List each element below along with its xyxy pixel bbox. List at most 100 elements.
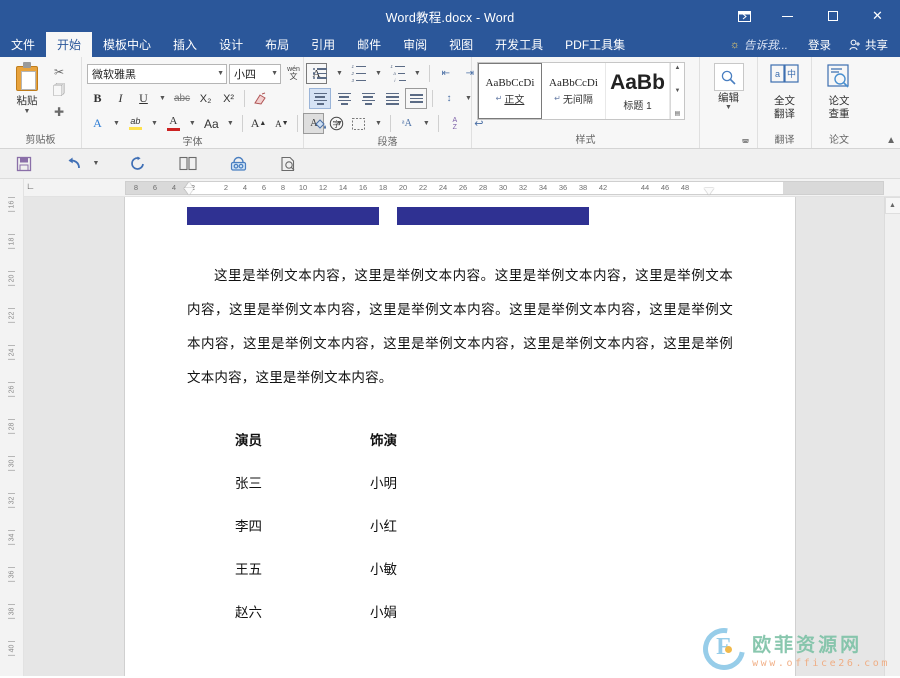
sign-in-button[interactable]: 登录 bbox=[798, 37, 841, 53]
align-left-icon[interactable] bbox=[309, 88, 331, 109]
two-page-icon[interactable] bbox=[174, 152, 202, 176]
gallery-up-icon[interactable]: ▲ bbox=[675, 65, 681, 71]
justify-icon[interactable] bbox=[381, 88, 403, 109]
ribbon-display-options-icon[interactable] bbox=[723, 0, 765, 32]
text-effects-dropdown-icon[interactable]: ▼ bbox=[110, 113, 123, 134]
minimize-button[interactable] bbox=[765, 0, 810, 32]
shading-dropdown-icon[interactable]: ▼ bbox=[333, 113, 346, 134]
vertical-scrollbar[interactable]: ▲ bbox=[884, 197, 900, 676]
format-painter-icon[interactable]: ✚ bbox=[49, 103, 69, 120]
change-case-dropdown-icon[interactable]: ▼ bbox=[224, 113, 237, 134]
style-item-heading-1[interactable]: AaBb 标题 1 bbox=[606, 63, 670, 119]
table-row[interactable]: 张三 小明 bbox=[235, 460, 733, 503]
tab-references[interactable]: 引用 bbox=[300, 32, 346, 57]
highlight-icon[interactable]: ab bbox=[125, 113, 146, 134]
close-button[interactable]: ✕ bbox=[855, 0, 900, 32]
paper-check-button[interactable]: 论文 查重 bbox=[817, 60, 861, 120]
multilevel-list-icon[interactable]: 1 a i bbox=[387, 63, 409, 84]
italic-button[interactable]: I bbox=[110, 88, 131, 109]
redo-icon[interactable] bbox=[124, 152, 152, 176]
gallery-more-icon[interactable]: ▤ bbox=[675, 110, 681, 117]
style-item-no-spacing[interactable]: AaBbCcDi ↵ 无间隔 bbox=[542, 63, 606, 119]
bullets-icon[interactable] bbox=[309, 63, 331, 84]
styles-gallery-scroll[interactable]: ▲ ▼ ▤ bbox=[670, 63, 684, 119]
tab-layout[interactable]: 布局 bbox=[254, 32, 300, 57]
share-button[interactable]: 共享 bbox=[841, 32, 900, 57]
line-spacing-icon[interactable]: ↕ bbox=[438, 88, 460, 109]
change-case-button[interactable]: Aa bbox=[201, 113, 222, 134]
sort-icon[interactable]: AZ bbox=[444, 113, 466, 134]
table-row[interactable]: 李四 小红 bbox=[235, 503, 733, 546]
maximize-button[interactable] bbox=[810, 0, 855, 32]
font-color-icon[interactable]: A bbox=[163, 113, 184, 134]
font-color-dropdown-icon[interactable]: ▼ bbox=[186, 113, 199, 134]
document-page[interactable]: 这里是举例文本内容，这里是举例文本内容。这里是举例文本内容，这里是举例文本内容，… bbox=[125, 197, 795, 676]
borders-icon[interactable] bbox=[348, 113, 370, 134]
tab-view[interactable]: 视图 bbox=[438, 32, 484, 57]
underline-dropdown-icon[interactable]: ▼ bbox=[156, 88, 169, 109]
link-lock-icon[interactable] bbox=[224, 152, 252, 176]
copy-icon[interactable]: 🗍 bbox=[49, 83, 69, 100]
print-preview-icon[interactable] bbox=[274, 152, 302, 176]
grow-font-icon[interactable]: A▲ bbox=[248, 113, 270, 134]
gallery-down-icon[interactable]: ▼ bbox=[675, 88, 681, 94]
bold-button[interactable]: B bbox=[87, 88, 108, 109]
borders-dropdown-icon[interactable]: ▼ bbox=[372, 113, 385, 134]
align-center-icon[interactable] bbox=[333, 88, 355, 109]
left-tab-stop-icon[interactable]: ∟ bbox=[26, 181, 35, 191]
highlight-dropdown-icon[interactable]: ▼ bbox=[148, 113, 161, 134]
tab-insert[interactable]: 插入 bbox=[162, 32, 208, 57]
pinyin-icon[interactable]: ᵃA bbox=[396, 113, 418, 134]
table-row[interactable]: 王五 小敏 bbox=[235, 546, 733, 589]
scroll-up-icon[interactable]: ▲ bbox=[885, 197, 900, 214]
cut-icon[interactable]: ✂ bbox=[49, 63, 69, 80]
paste-dropdown-icon[interactable]: ▼ bbox=[24, 109, 31, 115]
distribute-icon[interactable] bbox=[405, 88, 427, 109]
bullets-dropdown-icon[interactable]: ▼ bbox=[333, 63, 346, 84]
tab-mailings[interactable]: 邮件 bbox=[346, 32, 392, 57]
tab-review[interactable]: 审阅 bbox=[392, 32, 438, 57]
right-indent-marker[interactable] bbox=[704, 188, 714, 195]
font-size-combo[interactable]: 小四 ▼ bbox=[229, 64, 281, 84]
table-row[interactable]: 演员 饰演 bbox=[235, 417, 733, 460]
numbering-dropdown-icon[interactable]: ▼ bbox=[372, 63, 385, 84]
left-indent-marker[interactable] bbox=[184, 188, 194, 195]
text-effects-icon[interactable]: A bbox=[87, 113, 108, 134]
save-icon[interactable] bbox=[10, 152, 38, 176]
full-translate-button[interactable]: a 中 全文 翻译 bbox=[763, 60, 806, 120]
numbering-icon[interactable]: 1 2 3 bbox=[348, 63, 370, 84]
vertical-ruler[interactable]: | 16 || 18 || 20 || 22 || 24 || 26 || 28… bbox=[0, 179, 24, 676]
blue-bar-right[interactable] bbox=[397, 207, 589, 225]
font-name-combo[interactable]: 微软雅黑 ▼ bbox=[87, 64, 227, 84]
document-paragraph[interactable]: 这里是举例文本内容，这里是举例文本内容。这里是举例文本内容，这里是举例文本内容，… bbox=[187, 259, 733, 395]
table-row[interactable]: 赵六 小娟 bbox=[235, 589, 733, 632]
editing-dialog-launcher[interactable]: ◚ bbox=[741, 138, 750, 147]
tab-design[interactable]: 设计 bbox=[208, 32, 254, 57]
subscript-button[interactable]: X₂ bbox=[195, 88, 216, 109]
style-item-normal[interactable]: AaBbCcDi ↵ 正文 bbox=[478, 63, 542, 119]
editing-dropdown-icon[interactable]: ▼ bbox=[725, 105, 732, 111]
horizontal-ruler[interactable]: ∟ 86422468101214161820222426283032343638… bbox=[24, 179, 900, 197]
shrink-font-icon[interactable]: A▼ bbox=[271, 113, 292, 134]
pinyin-dropdown-icon[interactable]: ▼ bbox=[420, 113, 433, 134]
superscript-button[interactable]: X² bbox=[218, 88, 239, 109]
tab-file[interactable]: 文件 bbox=[0, 32, 46, 57]
collapse-ribbon-icon[interactable]: ▲ bbox=[886, 135, 896, 146]
undo-dropdown-icon[interactable]: ▼ bbox=[90, 152, 102, 176]
phonetic-guide-icon[interactable]: wén文 bbox=[283, 63, 304, 84]
editing-button[interactable]: 编辑 ▼ bbox=[706, 60, 752, 111]
undo-icon[interactable] bbox=[60, 152, 88, 176]
strikethrough-button[interactable]: abc bbox=[171, 88, 193, 109]
shading-icon[interactable] bbox=[309, 113, 331, 134]
tell-me-box[interactable]: ☼ 告诉我... bbox=[720, 37, 798, 53]
tab-template-center[interactable]: 模板中心 bbox=[92, 32, 162, 57]
tab-home[interactable]: 开始 bbox=[46, 32, 92, 57]
blue-bar-left[interactable] bbox=[187, 207, 379, 225]
decrease-indent-icon[interactable]: ⇤ bbox=[435, 63, 457, 84]
underline-button[interactable]: U bbox=[133, 88, 154, 109]
tab-developer[interactable]: 开发工具 bbox=[484, 32, 554, 57]
clear-formatting-icon[interactable] bbox=[250, 88, 271, 109]
paste-button[interactable]: 粘贴 ▼ bbox=[5, 60, 49, 115]
tab-pdf-tools[interactable]: PDF工具集 bbox=[554, 32, 636, 57]
align-right-icon[interactable] bbox=[357, 88, 379, 109]
